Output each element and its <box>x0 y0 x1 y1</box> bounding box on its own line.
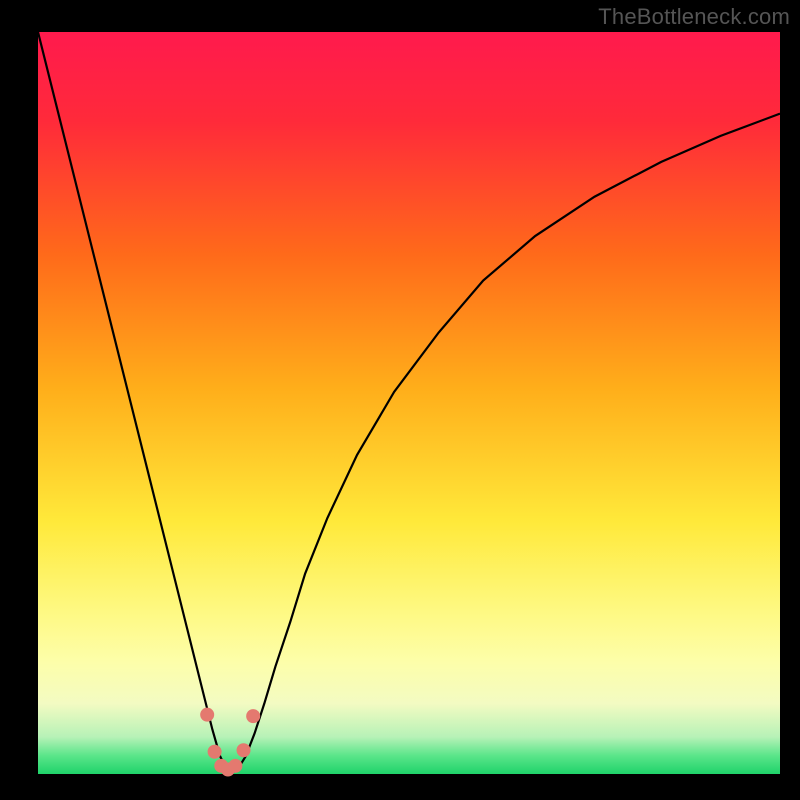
watermark-text: TheBottleneck.com <box>598 4 790 30</box>
chart-frame: TheBottleneck.com <box>0 0 800 800</box>
bottleneck-chart <box>0 0 800 800</box>
curve-marker <box>237 743 251 757</box>
curve-marker <box>246 709 260 723</box>
curve-marker <box>200 708 214 722</box>
curve-marker <box>208 745 222 759</box>
curve-marker <box>228 759 242 773</box>
plot-background <box>38 32 780 774</box>
